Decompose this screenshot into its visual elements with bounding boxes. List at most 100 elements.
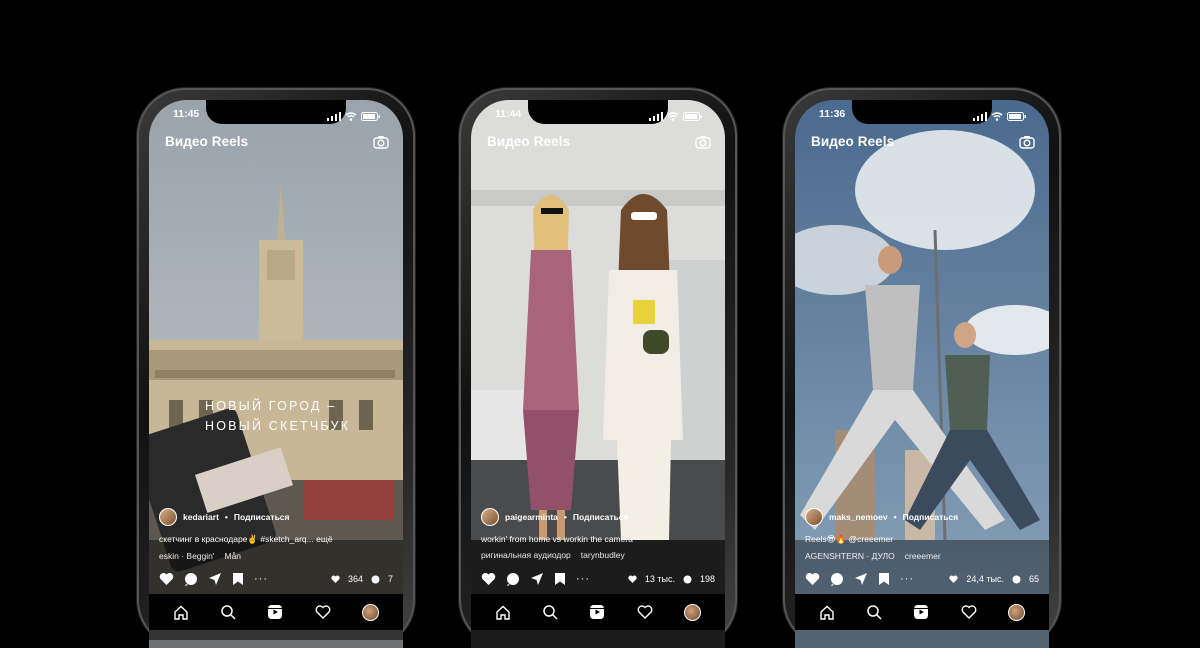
home-icon[interactable]	[819, 605, 835, 620]
follow-button[interactable]: Подписаться	[903, 512, 959, 522]
reels-icon[interactable]	[589, 604, 605, 620]
bottom-nav	[471, 594, 725, 630]
video-frame-two-women	[471, 100, 725, 648]
comments-count: 65	[1028, 574, 1039, 584]
phone-2: 11:44 Видео Reels paigearminta • Подписа…	[459, 88, 737, 648]
heart-icon[interactable]	[961, 605, 977, 619]
avatar[interactable]	[805, 508, 823, 526]
video-frame-station	[149, 100, 403, 648]
more-icon[interactable]: ···	[900, 573, 914, 585]
comment-icon	[371, 575, 380, 583]
caption[interactable]: Reels😎🔥 @creeemer	[805, 534, 1039, 545]
reel-info: kedariart • Подписаться скетчинг в красн…	[159, 508, 393, 561]
follow-button[interactable]: Подписаться	[573, 512, 629, 522]
heart-icon[interactable]	[637, 605, 653, 619]
status-time: 11:36	[819, 108, 846, 120]
search-icon[interactable]	[866, 604, 882, 620]
comment-icon[interactable]	[830, 572, 844, 586]
bookmark-icon[interactable]	[554, 572, 566, 586]
likes-count: 364	[347, 574, 363, 584]
heart-icon	[949, 575, 959, 583]
action-bar: ··· 24,4 тыс. 65	[805, 572, 1039, 586]
screen-3: 11:36 Видео Reels maks_nemoev • Подписат…	[795, 100, 1049, 648]
status-bar: 11:44	[471, 108, 725, 124]
battery-icon	[361, 111, 380, 121]
status-bar: 11:45	[149, 108, 403, 124]
audio-extra: Mån	[224, 551, 242, 561]
audio-extra: creeemer	[904, 551, 941, 561]
audio-track[interactable]: ригинальная аудиодор	[481, 550, 571, 560]
profile-avatar[interactable]	[362, 603, 380, 621]
comment-icon[interactable]	[184, 572, 198, 586]
audio-row[interactable]: AGENSHTERN · ДУЛО creeemer	[805, 551, 1039, 561]
reels-icon[interactable]	[267, 604, 283, 620]
comments-count: 198	[699, 574, 715, 584]
dot-separator: •	[224, 512, 228, 522]
audio-row[interactable]: eskin · Beggin' Mån	[159, 551, 393, 561]
profile-avatar[interactable]	[684, 603, 702, 621]
action-bar: ··· 364 7	[159, 572, 393, 586]
heart-icon[interactable]	[315, 605, 331, 619]
signal-icon	[649, 111, 663, 121]
dot-separator: •	[893, 512, 897, 522]
search-icon[interactable]	[542, 604, 558, 620]
username[interactable]: maks_nemoev	[829, 512, 888, 522]
reels-header: Видео Reels	[165, 134, 389, 149]
camera-icon[interactable]	[373, 135, 389, 149]
heart-icon[interactable]	[159, 572, 174, 586]
camera-icon[interactable]	[695, 135, 711, 149]
action-bar: ··· 13 тыс. 198	[481, 572, 715, 586]
follow-button[interactable]: Подписаться	[234, 512, 290, 522]
camera-icon[interactable]	[1019, 135, 1035, 149]
audio-track[interactable]: AGENSHTERN · ДУЛО	[805, 551, 895, 561]
page-title: Видео Reels	[487, 134, 571, 149]
reels-header: Видео Reels	[811, 134, 1035, 149]
wifi-icon	[991, 111, 1003, 121]
status-icons	[973, 108, 1027, 124]
send-icon[interactable]	[530, 572, 544, 586]
bookmark-icon[interactable]	[232, 572, 244, 586]
bottom-nav	[795, 594, 1049, 630]
dot-separator: •	[563, 512, 567, 522]
bottom-nav	[149, 594, 403, 630]
avatar[interactable]	[481, 508, 499, 526]
send-icon[interactable]	[208, 572, 222, 586]
more-icon[interactable]: ···	[254, 573, 268, 585]
page-title: Видео Reels	[811, 134, 895, 149]
author-row: paigearminta • Подписаться	[481, 508, 715, 526]
home-icon[interactable]	[173, 605, 189, 620]
video-frame-dancers	[795, 100, 1049, 648]
status-icons	[327, 108, 381, 124]
reel-info: paigearminta • Подписаться workin' from …	[481, 508, 715, 560]
username[interactable]: paigearminta	[505, 512, 558, 522]
home-icon[interactable]	[495, 605, 511, 620]
caption[interactable]: скетчинг в краснодаре✌️ #sketch_arq... е…	[159, 534, 393, 545]
audio-track[interactable]: eskin · Beggin'	[159, 551, 215, 561]
comment-icon	[683, 575, 692, 583]
avatar[interactable]	[159, 508, 177, 526]
status-icons	[649, 108, 703, 124]
caption[interactable]: workin' from home vs workin the camera	[481, 534, 715, 544]
send-icon[interactable]	[854, 572, 868, 586]
status-bar: 11:36	[795, 108, 1049, 124]
wifi-icon	[345, 111, 357, 121]
phone-3: 11:36 Видео Reels maks_nemoev • Подписат…	[783, 88, 1061, 648]
heart-icon[interactable]	[481, 572, 496, 586]
signal-icon	[327, 111, 341, 121]
reels-header: Видео Reels	[487, 134, 711, 149]
overlay-line: НОВЫЙ ГОРОД –	[205, 399, 337, 413]
audio-row[interactable]: ригинальная аудиодор tarynbudley	[481, 550, 715, 560]
profile-avatar[interactable]	[1008, 603, 1026, 621]
reels-icon[interactable]	[913, 604, 929, 620]
username[interactable]: kedariart	[183, 512, 219, 522]
more-icon[interactable]: ···	[576, 573, 590, 585]
screen-2: 11:44 Видео Reels paigearminta • Подписа…	[471, 100, 725, 648]
battery-icon	[1007, 111, 1026, 121]
bookmark-icon[interactable]	[878, 572, 890, 586]
search-icon[interactable]	[220, 604, 236, 620]
comments-count: 7	[387, 574, 393, 584]
likes-count: 13 тыс.	[644, 574, 675, 584]
comment-icon[interactable]	[506, 572, 520, 586]
heart-icon	[628, 575, 637, 583]
heart-icon[interactable]	[805, 572, 820, 586]
